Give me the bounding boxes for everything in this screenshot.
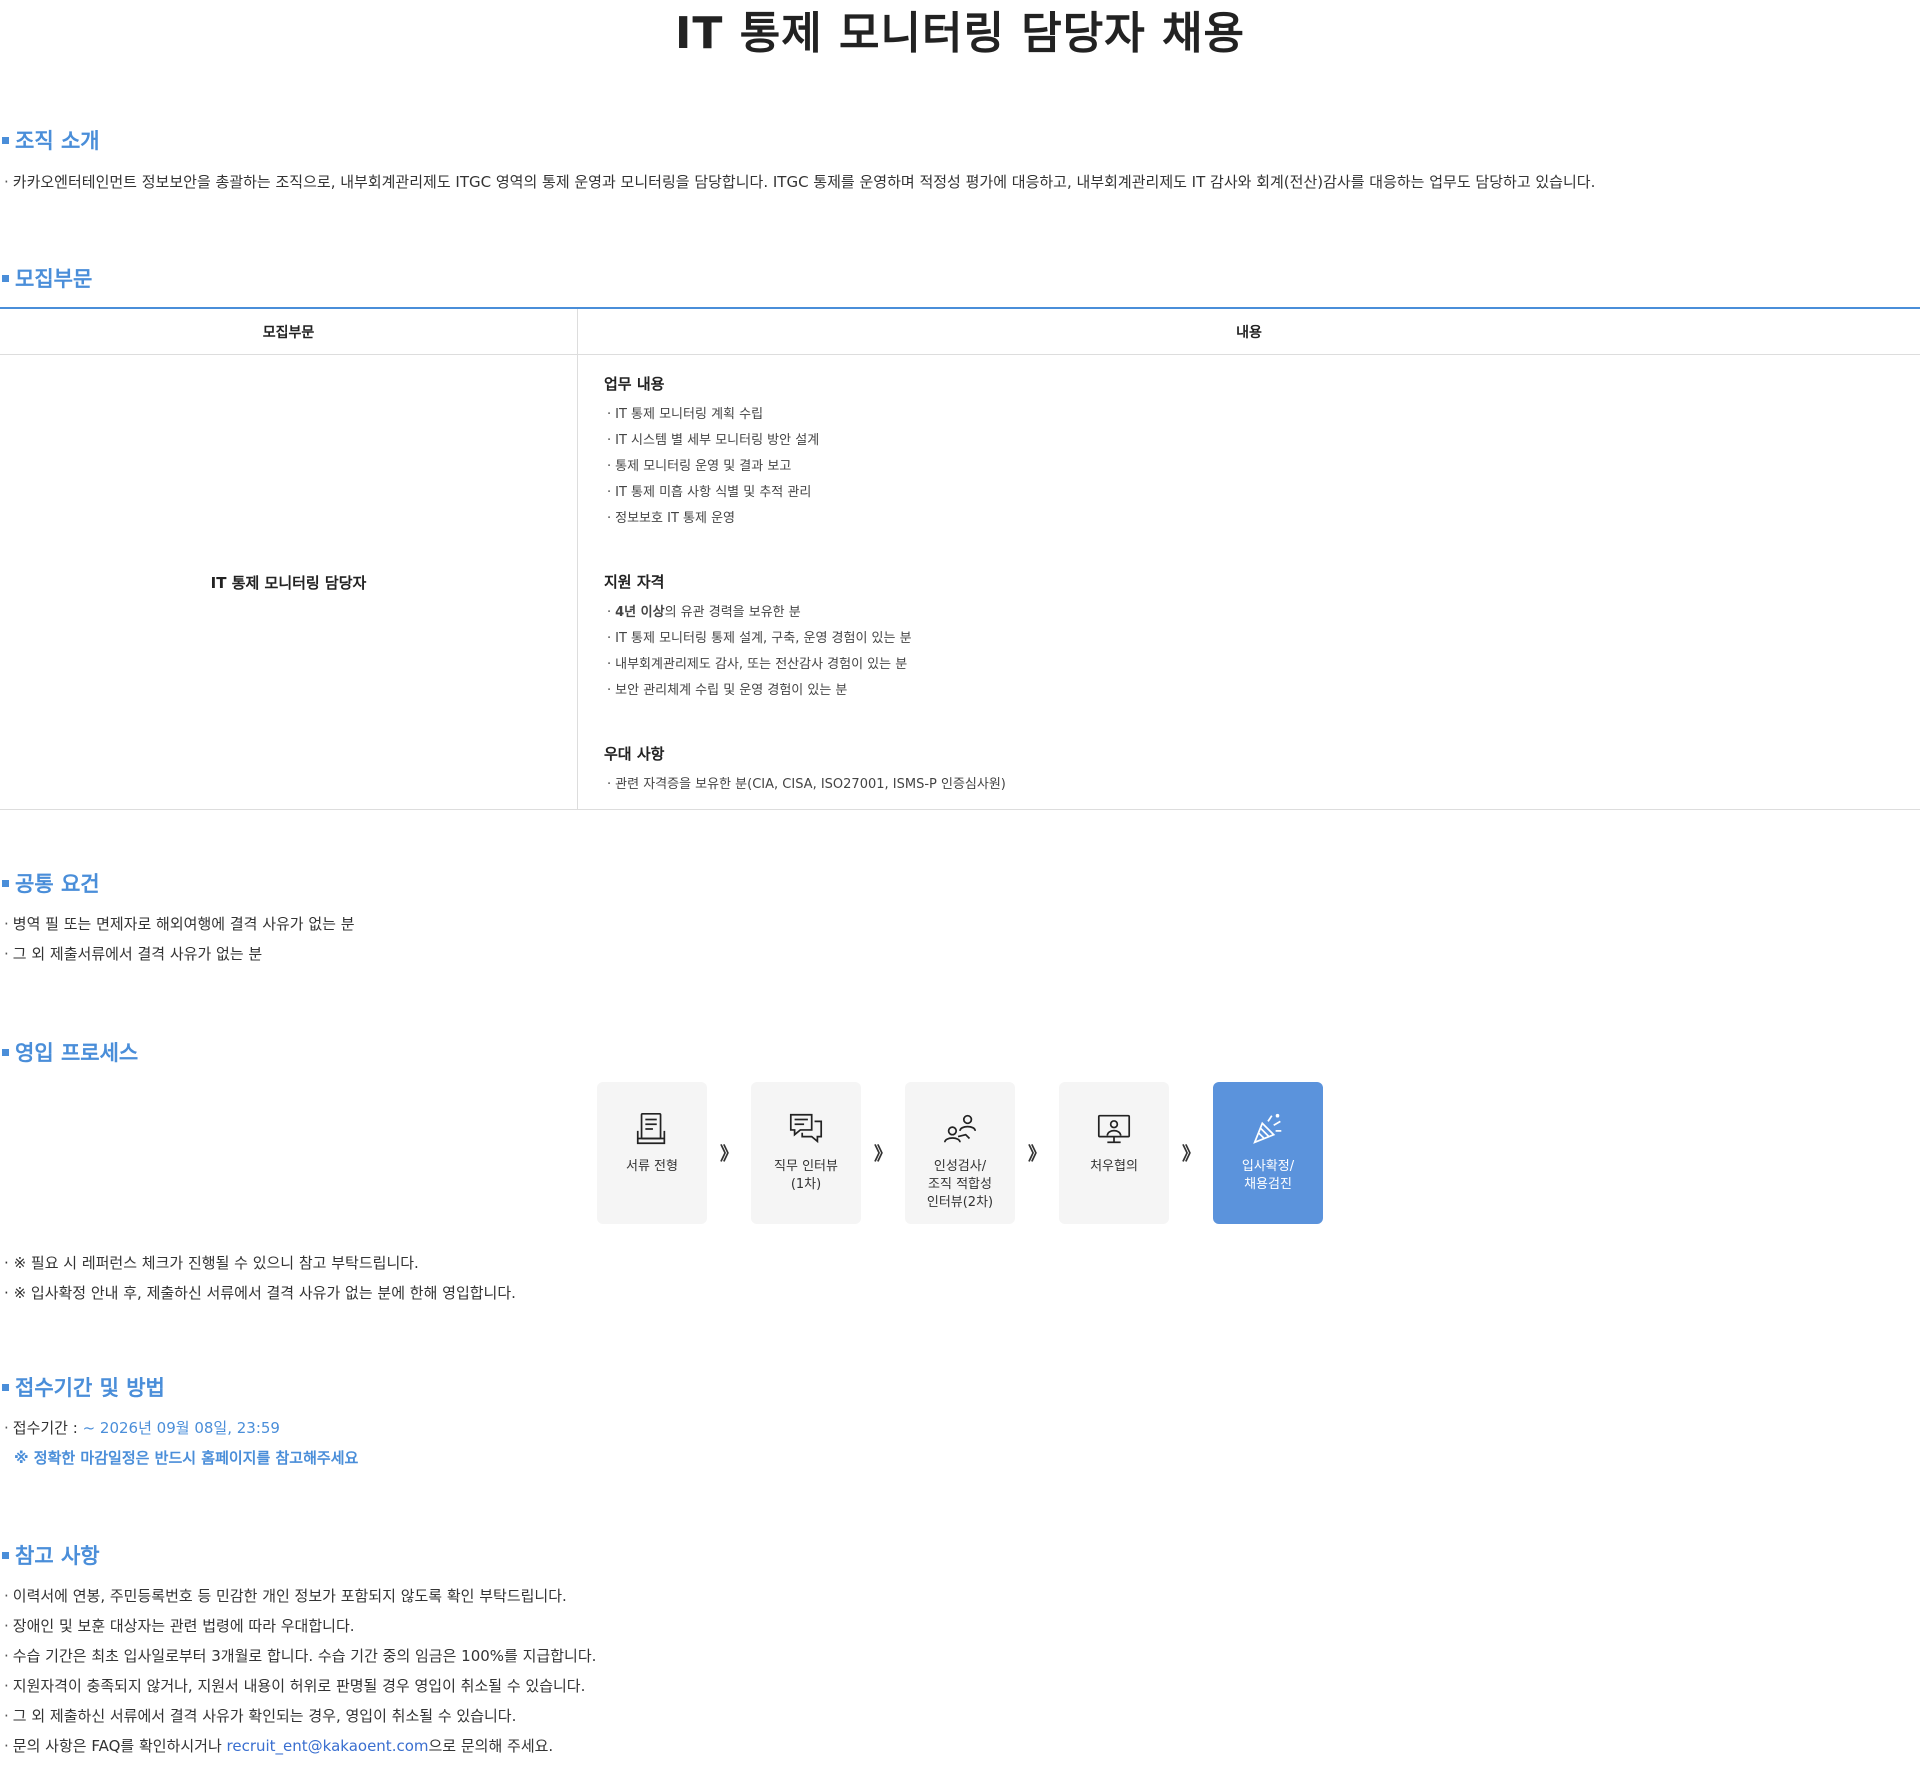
- list-item: · IT 시스템 별 세부 모니터링 방안 설계: [607, 433, 820, 448]
- recruit-title-text: 모집부문: [15, 267, 93, 291]
- party-popper-icon: [1253, 1113, 1282, 1144]
- reference-section: 참고 사항 · 이력서에 연봉, 주민등록번호 등 민감한 개인 정보가 포함되지…: [0, 1540, 1920, 1761]
- common-section: 공통 요건 · 병역 필 또는 면제자로 해외여행에 결격 사유가 없는 분 · 그…: [0, 868, 1920, 969]
- table-row: IT 통제 모니터링 담당자 업무 내용 · IT 통제 모니터링 계획 수립 ·…: [0, 354, 1920, 810]
- apply-period: · 접수기간 : ~ 2026년 09월 08일, 23:59: [4, 1419, 280, 1437]
- process-step-interview-2: 인성검사/ 조직 적합성 인터뷰(2차): [905, 1082, 1015, 1224]
- monitor-person-icon: [1097, 1114, 1131, 1144]
- quals-title: 지원 자격: [604, 573, 665, 591]
- step-label: 처우협의: [1090, 1159, 1138, 1174]
- list-item: · ※ 필요 시 레퍼런스 체크가 진행될 수 있으니 참고 부탁드립니다.: [4, 1254, 419, 1272]
- pref-list: · 관련 자격증을 보유한 분(CIA, CISA, ISO27001, ISMS…: [604, 772, 1895, 798]
- common-section-title: 공통 요건: [0, 868, 1920, 898]
- bullet-dot: ·: [4, 173, 9, 191]
- position-cell: IT 통제 모니터링 담당자: [0, 354, 578, 810]
- org-title-text: 조직 소개: [15, 129, 100, 153]
- recruit-table: 모집부문 내용 IT 통제 모니터링 담당자 업무 내용 · IT 통제 모니터링…: [0, 307, 1920, 810]
- list-item: · 수습 기간은 최초 입사일로부터 3개월로 합니다. 수습 기간 중의 임금은…: [4, 1647, 597, 1665]
- section-square-icon: [2, 1551, 9, 1559]
- process-step-interview-1: 직무 인터뷰 (1차): [751, 1082, 861, 1224]
- step-label: 서류 전형: [626, 1159, 678, 1174]
- document-icon: [636, 1112, 666, 1145]
- step-label: 인성검사/ 조직 적합성 인터뷰(2차): [926, 1159, 994, 1210]
- org-text: 카카오엔터테인먼트 정보보안을 총괄하는 조직으로, 내부회계관리제도 ITGC…: [12, 173, 1596, 191]
- section-square-icon: [2, 274, 9, 282]
- list-item: · 그 외 제출서류에서 결격 사유가 없는 분: [4, 945, 263, 963]
- deadline-note: ※ 정확한 마감일정은 반드시 홈페이지를 참고해주세요: [14, 1449, 359, 1467]
- header-position: 모집부문: [0, 307, 578, 355]
- section-square-icon: [2, 879, 9, 887]
- list-item: · 병역 필 또는 면제자로 해외여행에 결격 사유가 없는 분: [4, 915, 355, 933]
- apply-title-text: 접수기간 및 방법: [15, 1376, 165, 1400]
- email-link[interactable]: recruit_ent@kakaoent.com: [227, 1737, 429, 1755]
- process-section: 영입 프로세스: [0, 1037, 1920, 1067]
- org-section: 조직 소개 · 카카오엔터테인먼트 정보보안을 총괄하는 조직으로, 내부회계관리…: [0, 125, 1920, 197]
- apply-section: 접수기간 및 방법 · 접수기간 : ~ 2026년 09월 08일, 23:59…: [0, 1372, 1920, 1473]
- recruit-section-title: 모집부문: [0, 263, 1920, 293]
- pref-title: 우대 사항: [604, 745, 665, 763]
- table-header-row: 모집부문 내용: [0, 307, 1920, 355]
- process-notes: · ※ 필요 시 레퍼런스 체크가 진행될 수 있으니 참고 부탁드립니다. ·…: [0, 1248, 1920, 1308]
- section-square-icon: [2, 1048, 9, 1056]
- duties-title: 업무 내용: [604, 375, 665, 393]
- step-arrow: 》: [874, 1144, 892, 1165]
- list-item: · 내부회계관리제도 감사, 또는 전산감사 경험이 있는 분: [607, 657, 908, 672]
- step-label: 입사확정/ 채용검진: [1241, 1159, 1295, 1192]
- list-item: · 지원자격이 충족되지 않거나, 지원서 내용이 허위로 판명될 경우 영입이 …: [4, 1677, 586, 1695]
- quals-list: · 4년 이상의 유관 경력을 보유한 분 · IT 통제 모니터링 통제 설계, …: [604, 600, 1895, 704]
- step-arrow: 》: [1028, 1144, 1046, 1165]
- step-arrow: 》: [1182, 1144, 1200, 1165]
- step-label: 직무 인터뷰 (1차): [774, 1159, 838, 1192]
- process-title-text: 영입 프로세스: [15, 1041, 139, 1065]
- people-icon: [943, 1114, 977, 1143]
- period-value: ~ 2026년 09월 08일, 23:59: [82, 1419, 280, 1437]
- recruit-section: 모집부문: [0, 263, 1920, 293]
- list-item: · IT 통제 모니터링 계획 수립: [607, 407, 764, 422]
- list-item: · 4년 이상의 유관 경력을 보유한 분: [607, 605, 801, 620]
- list-item: · 장애인 및 보훈 대상자는 관련 법령에 따라 우대합니다.: [4, 1617, 355, 1635]
- period-label: 접수기간 :: [12, 1419, 78, 1437]
- process-flow: 서류 전형 》 직무 인터뷰 (1차) 》 인성검사/ 조직 적합성 인터뷰(2…: [597, 1082, 1323, 1224]
- process-section-title: 영입 프로세스: [0, 1037, 1920, 1067]
- list-item: · 그 외 제출하신 서류에서 결격 사유가 확인되는 경우, 영입이 취소될 수…: [4, 1707, 517, 1725]
- org-section-title: 조직 소개: [0, 125, 1920, 155]
- qual-highlight: 4년 이상: [615, 605, 665, 620]
- list-item: · IT 통제 모니터링 통제 설계, 구축, 운영 경험이 있는 분: [607, 631, 912, 646]
- content-cell: 업무 내용 · IT 통제 모니터링 계획 수립 · IT 시스템 별 세부 모니터…: [577, 354, 1920, 810]
- reference-title-text: 참고 사항: [15, 1544, 100, 1568]
- org-description: · 카카오엔터테인먼트 정보보안을 총괄하는 조직으로, 내부회계관리제도 ITG…: [0, 167, 1920, 197]
- section-square-icon: [2, 1383, 9, 1391]
- process-step-negotiation: 처우협의: [1059, 1082, 1169, 1224]
- apply-section-title: 접수기간 및 방법: [0, 1372, 1920, 1402]
- list-item: · 정보보호 IT 통제 운영: [607, 511, 735, 526]
- process-step-confirm: 입사확정/ 채용검진: [1213, 1082, 1323, 1224]
- process-step-document: 서류 전형: [597, 1082, 707, 1224]
- list-item: · 이력서에 연봉, 주민등록번호 등 민감한 개인 정보가 포함되지 않도록 확…: [4, 1587, 567, 1605]
- reference-section-title: 참고 사항: [0, 1540, 1920, 1570]
- page-title: IT 통제 모니터링 담당자 채용: [675, 8, 1245, 59]
- chat-icon: [789, 1113, 823, 1144]
- list-item: · 관련 자격증을 보유한 분(CIA, CISA, ISO27001, ISMS…: [607, 777, 1006, 792]
- step-arrow: 》: [720, 1144, 738, 1165]
- list-item: · 문의 사항은 FAQ를 확인하시거나 recruit_ent@kakaoent…: [4, 1737, 554, 1755]
- common-title-text: 공통 요건: [15, 872, 100, 896]
- list-item: · 보안 관리체계 수립 및 운영 경험이 있는 분: [607, 683, 848, 698]
- list-item: · IT 통제 미흡 사항 식별 및 추적 관리: [607, 485, 812, 500]
- header-content: 내용: [577, 307, 1920, 355]
- list-item: · ※ 입사확정 안내 후, 제출하신 서류에서 결격 사유가 없는 분에 한해…: [4, 1284, 516, 1302]
- section-square-icon: [2, 136, 9, 144]
- duties-list: · IT 통제 모니터링 계획 수립 · IT 시스템 별 세부 모니터링 방안 설…: [604, 402, 1895, 532]
- list-item: · 통제 모니터링 운영 및 결과 보고: [607, 459, 792, 474]
